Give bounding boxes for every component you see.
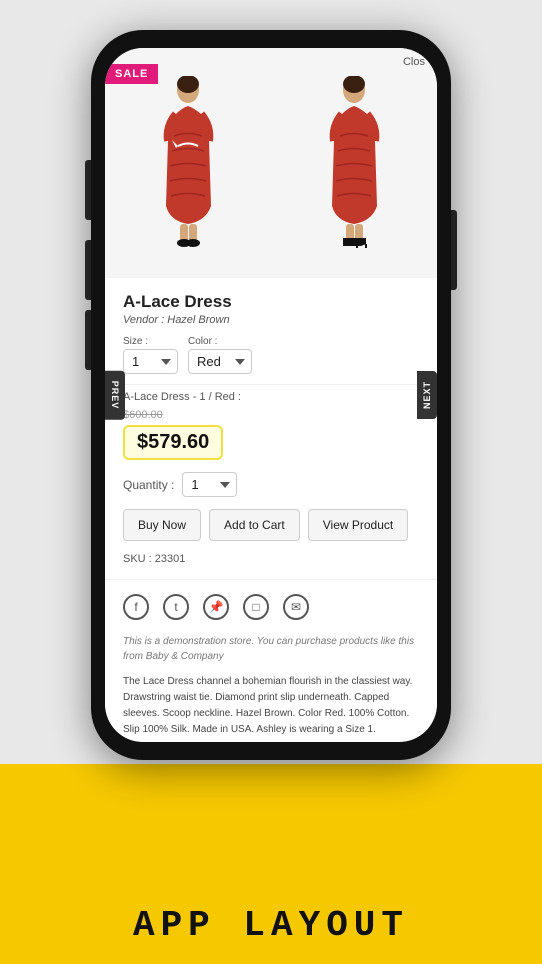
prev-tab[interactable]: PREV <box>105 371 125 420</box>
color-label: Color : <box>188 336 252 347</box>
size-group: Size : 1 2 3 <box>123 336 178 374</box>
view-product-button[interactable]: View Product <box>308 509 408 541</box>
sale-badge: SALE <box>105 64 158 84</box>
email-icon[interactable]: ✉ <box>283 594 309 620</box>
variant-text: A-Lace Dress - 1 / Red : <box>123 384 419 403</box>
price-original: $600.00 <box>123 409 419 421</box>
vendor-name: Hazel Brown <box>167 314 229 326</box>
size-label: Size : <box>123 336 178 347</box>
add-to-cart-button[interactable]: Add to Cart <box>209 509 300 541</box>
size-select[interactable]: 1 2 3 <box>123 349 178 374</box>
quantity-row: Quantity : 1 2 3 <box>123 472 419 497</box>
quantity-label: Quantity : <box>123 478 174 492</box>
product-image-grid: SALE Clos <box>105 48 437 278</box>
sku-value: 23301 <box>155 553 186 565</box>
color-group: Color : Red Blue Black <box>188 336 252 374</box>
close-button[interactable]: Clos <box>403 56 425 68</box>
product-options-row: Size : 1 2 3 Color : Red Blue Black <box>123 336 419 374</box>
next-tab[interactable]: NEXT <box>417 371 437 419</box>
app-layout-label: APP LAYOUT <box>0 905 542 946</box>
instagram-icon[interactable]: □ <box>243 594 269 620</box>
product-image-back <box>271 48 437 278</box>
price-sale: $579.60 <box>123 425 223 460</box>
sku-info: SKU : 23301 <box>123 553 419 579</box>
quantity-select[interactable]: 1 2 3 <box>182 472 237 497</box>
twitter-icon[interactable]: t <box>163 594 189 620</box>
facebook-icon[interactable]: f <box>123 594 149 620</box>
social-icons-row: f t 📌 □ ✉ <box>105 579 437 634</box>
vendor-info: Vendor : Hazel Brown <box>123 314 419 326</box>
product-description: The Lace Dress channel a bohemian flouri… <box>105 674 437 742</box>
vendor-label: Vendor : <box>123 314 164 326</box>
buy-now-button[interactable]: Buy Now <box>123 509 201 541</box>
sku-label: SKU : <box>123 553 152 565</box>
color-select[interactable]: Red Blue Black <box>188 349 252 374</box>
product-title: A-Lace Dress <box>123 292 419 312</box>
action-buttons: Buy Now Add to Cart View Product <box>123 509 419 541</box>
pinterest-icon[interactable]: 📌 <box>203 594 229 620</box>
product-info-section: A-Lace Dress Vendor : Hazel Brown Size :… <box>105 278 437 579</box>
phone-screen: SALE Clos <box>105 48 437 742</box>
screen-content: SALE Clos <box>105 48 437 742</box>
demo-store-text: This is a demonstration store. You can p… <box>105 634 437 674</box>
